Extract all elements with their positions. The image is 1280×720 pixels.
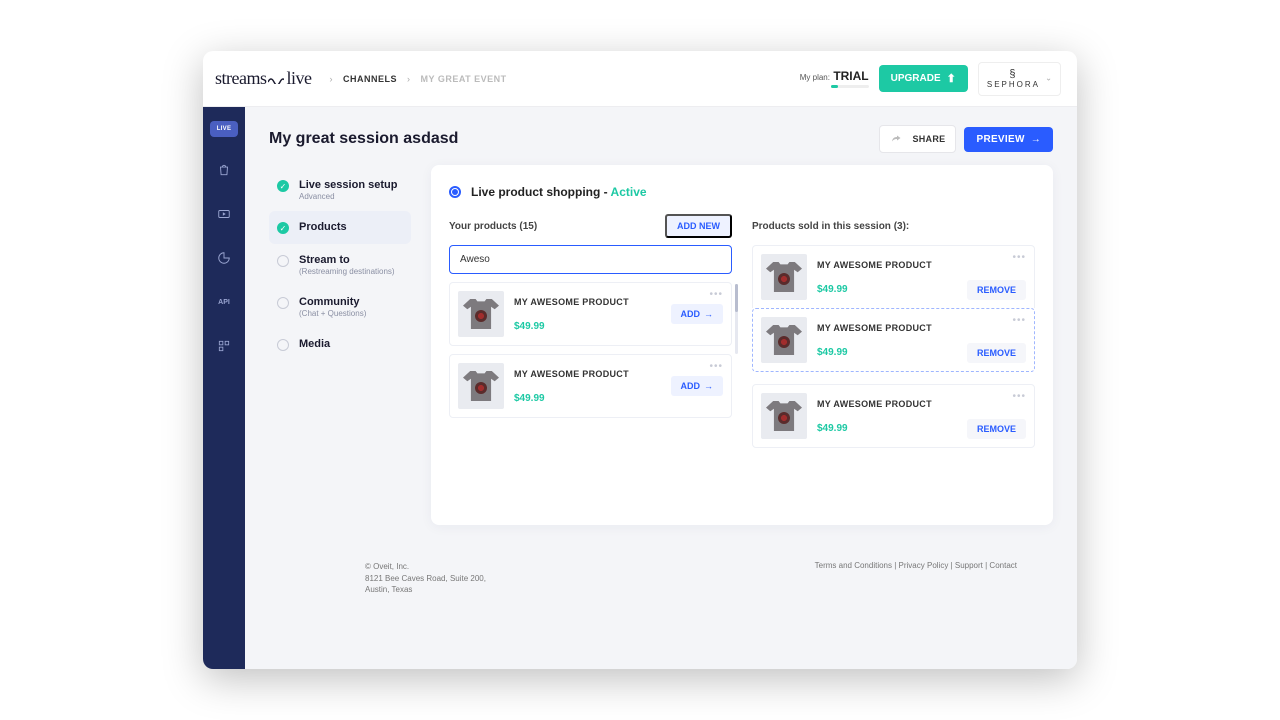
chevron-right-icon: › [407,74,411,84]
chevron-right-icon: › [329,74,333,84]
more-icon[interactable]: ••• [1012,252,1026,263]
rocket-icon: ⬆ [947,72,956,85]
product-thumbnail [761,393,807,439]
radio-selected-icon[interactable] [449,186,461,198]
scrollbar-thumb[interactable] [735,284,738,312]
crumb-channels[interactable]: CHANNELS [343,74,397,84]
preview-button[interactable]: PREVIEW→ [964,127,1053,152]
add-product-button[interactable]: ADD → [671,304,724,324]
step-products[interactable]: ✓ Products [269,211,411,244]
your-products-label: Your products (15) [449,221,537,232]
page-title: My great session asdasd [269,130,458,148]
step-session-setup[interactable]: ✓ Live session setupAdvanced [269,169,411,211]
crumb-event[interactable]: MY GREAT EVENT [421,74,507,84]
nav-analytics[interactable] [212,247,236,269]
footer-address: © Oveit, Inc. 8121 Bee Caves Road, Suite… [365,561,486,596]
account-selector[interactable]: § SEPHORA [978,62,1061,96]
remove-product-button[interactable]: REMOVE [967,343,1026,363]
step-dot-icon [277,339,289,351]
bag-icon [217,163,231,177]
product-thumbnail [761,317,807,363]
app-logo[interactable]: streamslive [215,68,311,89]
available-product-row: MY AWESOME PRODUCT $49.99 ••• ADD → [449,282,732,346]
arrow-right-icon: → [704,309,713,319]
more-icon[interactable]: ••• [1012,391,1026,402]
footer-privacy[interactable]: Privacy Policy [899,561,949,570]
more-icon[interactable]: ••• [1012,315,1026,326]
session-product-row: MY AWESOME PRODUCT $49.99 ••• REMOVE [752,384,1035,448]
footer-contact[interactable]: Contact [989,561,1017,570]
product-thumbnail [458,291,504,337]
status-badge: Active [611,185,647,199]
qr-icon [217,339,231,353]
step-community[interactable]: Community(Chat + Questions) [269,286,411,328]
breadcrumb: › CHANNELS › MY GREAT EVENT [329,74,506,84]
pie-icon [217,251,231,265]
add-product-button[interactable]: ADD → [671,376,724,396]
card-title: Live product shopping - Active [471,185,647,199]
nav-qr[interactable] [212,335,236,357]
step-dot-icon [277,255,289,267]
nav-api[interactable]: API [212,291,236,313]
footer-terms[interactable]: Terms and Conditions [815,561,892,570]
step-dot-icon [277,297,289,309]
play-icon [217,207,231,221]
sold-products-label: Products sold in this session (3): [752,221,909,232]
more-icon[interactable]: ••• [709,361,723,372]
arrow-right-icon: → [1031,134,1041,145]
step-stream-to[interactable]: Stream to(Restreaming destinations) [269,244,411,286]
nav-live[interactable]: LIVE [210,121,238,137]
footer-support[interactable]: Support [955,561,983,570]
check-icon: ✓ [277,180,289,192]
product-thumbnail [761,254,807,300]
product-thumbnail [458,363,504,409]
check-icon: ✓ [277,222,289,234]
product-search-input[interactable] [449,245,732,274]
footer-links: Terms and Conditions | Privacy Policy | … [815,561,1017,596]
share-icon [890,133,902,145]
plan-indicator: My plan: TRIAL [800,69,869,88]
add-new-button[interactable]: ADD NEW [665,214,732,238]
session-product-row-dragging[interactable]: MY AWESOME PRODUCT $49.99 ••• REMOVE [752,308,1035,372]
arrow-right-icon: → [704,381,713,391]
nav-shopping[interactable] [212,159,236,181]
upgrade-button[interactable]: UPGRADE⬆ [879,65,968,92]
available-product-row: MY AWESOME PRODUCT $49.99 ••• ADD → [449,354,732,418]
brand-logo-icon: § [1009,69,1017,80]
share-button[interactable]: SHARE [879,125,956,153]
remove-product-button[interactable]: REMOVE [967,280,1026,300]
more-icon[interactable]: ••• [709,289,723,300]
nav-video[interactable] [212,203,236,225]
session-product-row: MY AWESOME PRODUCT $49.99 ••• REMOVE [752,245,1035,308]
step-media[interactable]: Media [269,328,411,361]
remove-product-button[interactable]: REMOVE [967,419,1026,439]
